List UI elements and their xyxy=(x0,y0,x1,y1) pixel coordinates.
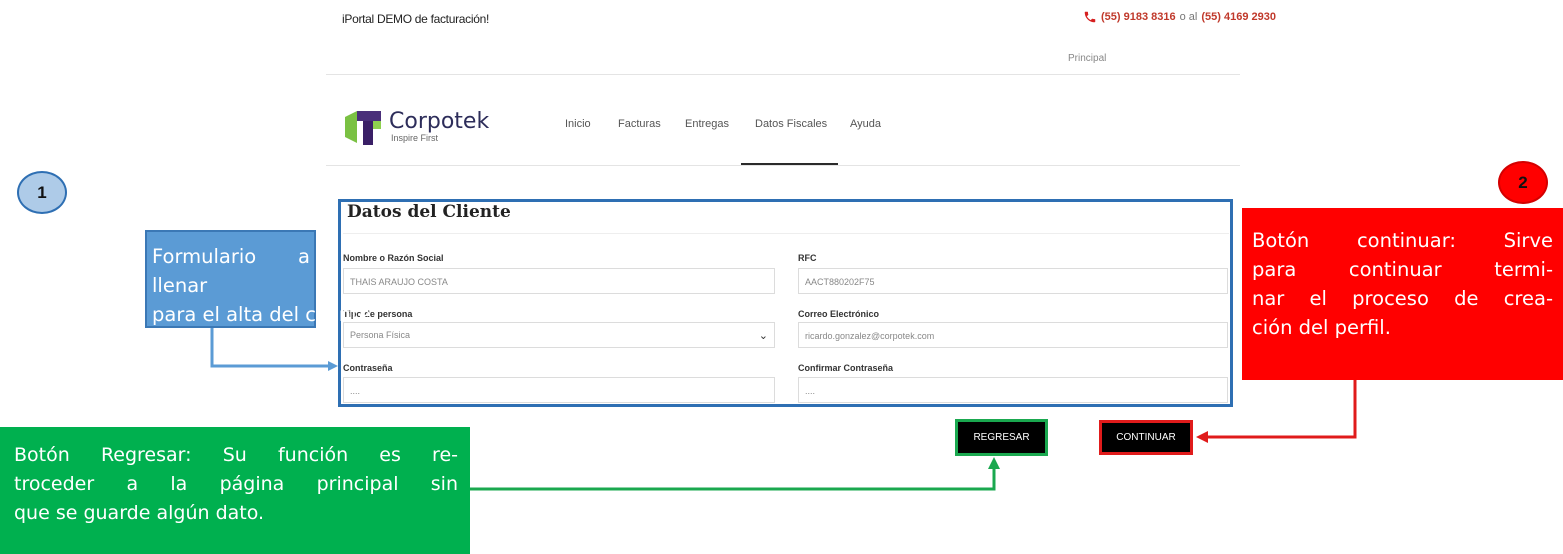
callout-regresar-line-1: Botón Regresar: Su función es re- xyxy=(14,444,458,466)
arrowhead-callout-3 xyxy=(988,457,1000,469)
arrow-callout-1 xyxy=(210,325,330,368)
callout-regresar-line-2: troceder a la página principal sin xyxy=(14,473,458,495)
callout-continuar: Botón continuar: Sirve para continuar te… xyxy=(1242,208,1563,380)
callout-continuar-line-4: ción del perfil. xyxy=(1252,316,1391,339)
callout-formulario-line-1: Formulario a llenar xyxy=(152,245,310,297)
callout-formulario-line-2: para el alta del cliente. xyxy=(152,303,378,326)
callout-regresar-line-3: que se guarde algún dato. xyxy=(14,502,265,524)
callout-continuar-line-3: nar el proceso de crea- xyxy=(1252,287,1553,310)
step-badge-1: 1 xyxy=(17,171,67,214)
arrowhead-callout-2 xyxy=(1196,431,1208,443)
callout-formulario: Formulario a llenar para el alta del cli… xyxy=(145,230,378,328)
arrow-callout-2 xyxy=(1205,380,1357,439)
step-badge-2: 2 xyxy=(1498,161,1548,204)
callout-continuar-line-2: para continuar termi- xyxy=(1252,258,1553,281)
callout-continuar-line-1: Botón continuar: Sirve xyxy=(1252,229,1553,252)
arrow-callout-3 xyxy=(470,466,996,491)
callout-regresar: Botón Regresar: Su función es re- troced… xyxy=(0,427,470,554)
arrowhead-callout-1 xyxy=(328,361,338,371)
